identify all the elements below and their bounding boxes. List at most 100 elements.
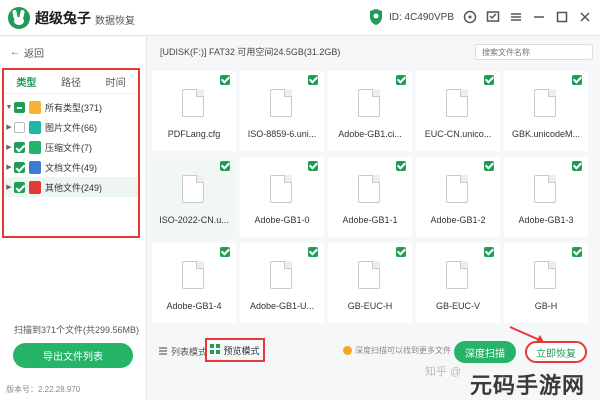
filter-panel: 类型 路径 时间 ▼ 所有类型(371) ▶ 图片文件(66) ▶ 压缩文件(7… <box>2 68 140 238</box>
file-card[interactable]: ISO-2022-CN.u... <box>152 157 236 237</box>
close-icon[interactable] <box>578 10 592 24</box>
file-card[interactable]: Adobe-GB1-3 <box>504 157 588 237</box>
list-mode-label: 列表模式 <box>171 347 208 357</box>
file-card[interactable]: EUC-CN.unico... <box>416 71 500 151</box>
file-card[interactable]: GB-EUC-H <box>328 243 412 323</box>
checkbox[interactable] <box>572 75 582 85</box>
tree-item-images[interactable]: ▶ 图片文件(66) <box>4 117 138 137</box>
sidebar: ← 返回 类型 路径 时间 ▼ 所有类型(371) ▶ 图片文件(66) ▶ 压… <box>0 37 147 400</box>
menu-icon[interactable] <box>509 10 523 24</box>
tree-item-label: 压缩文件(7) <box>45 142 92 153</box>
collapse-arrow-icon[interactable]: ▶ <box>4 183 14 191</box>
checkbox[interactable] <box>14 121 25 133</box>
document-file-icon <box>29 160 41 174</box>
search-input[interactable] <box>475 44 593 60</box>
support-icon[interactable] <box>463 10 477 24</box>
shield-icon <box>368 8 384 26</box>
tree-item-all[interactable]: ▼ 所有类型(371) <box>4 97 138 117</box>
file-icon <box>358 89 380 117</box>
export-list-button[interactable]: 导出文件列表 <box>13 343 133 368</box>
back-button[interactable]: ← 返回 <box>10 45 44 60</box>
main-area: [UDISK(F:)] FAT32 可用空间24.5GB(31.2GB) PDF… <box>148 37 600 400</box>
checkbox[interactable] <box>14 161 25 173</box>
minimize-icon[interactable] <box>532 10 546 24</box>
tree-item-label: 文档文件(49) <box>45 162 98 173</box>
collapse-arrow-icon[interactable]: ▶ <box>4 143 14 151</box>
checkbox[interactable] <box>14 181 25 193</box>
watermark: 知乎 @ <box>425 366 462 378</box>
checkbox[interactable] <box>484 161 494 171</box>
list-icon <box>158 346 168 358</box>
file-card[interactable]: GBK.unicodeM... <box>504 71 588 151</box>
file-card[interactable]: PDFLang.cfg <box>152 71 236 151</box>
file-name: PDFLang.cfg <box>167 129 221 139</box>
info-icon <box>343 346 352 355</box>
file-card[interactable]: Adobe-GB1-U... <box>240 243 324 323</box>
file-card[interactable]: Adobe-GB1-0 <box>240 157 324 237</box>
filter-tabs: 类型 路径 时间 <box>4 70 138 94</box>
file-icon <box>182 261 204 289</box>
drive-path: [UDISK(F:)] FAT32 可用空间24.5GB(31.2GB) <box>160 47 341 57</box>
file-type-tree: ▼ 所有类型(371) ▶ 图片文件(66) ▶ 压缩文件(7) ▶ 文档文件(… <box>4 94 138 197</box>
tree-item-label: 图片文件(66) <box>45 122 98 133</box>
checkbox[interactable] <box>484 75 494 85</box>
file-icon <box>534 175 556 203</box>
file-name: Adobe-GB1-0 <box>254 215 310 225</box>
preview-mode-button[interactable]: 预览模式 <box>205 338 265 362</box>
checkbox[interactable] <box>572 161 582 171</box>
file-icon <box>358 175 380 203</box>
maximize-icon[interactable] <box>555 10 569 24</box>
expand-arrow-icon[interactable]: ▼ <box>4 104 14 111</box>
app-title: 超级兔子 <box>35 11 91 27</box>
checkbox[interactable] <box>308 161 318 171</box>
deep-scan-button[interactable]: 深度扫描 <box>454 341 516 363</box>
file-card[interactable]: Adobe-GB1.ci... <box>328 71 412 151</box>
checkbox[interactable] <box>396 75 406 85</box>
checkbox[interactable] <box>14 101 25 113</box>
checkbox[interactable] <box>220 75 230 85</box>
file-card[interactable]: GB-EUC-V <box>416 243 500 323</box>
file-card[interactable]: ISO-8859-6.uni... <box>240 71 324 151</box>
back-label: 返回 <box>24 49 44 60</box>
grid-icon <box>210 344 221 356</box>
file-card[interactable]: Adobe-GB1-2 <box>416 157 500 237</box>
file-name: Adobe-GB1-4 <box>166 301 222 311</box>
tree-item-label: 所有类型(371) <box>45 102 103 113</box>
app-window: 超级兔子 数据恢复 ID: 4C490VPB ← 返回 类型 路径 时间 ▼ 所… <box>0 0 600 400</box>
brand-watermark: 元码手游网 <box>470 374 586 399</box>
tree-item-documents[interactable]: ▶ 文档文件(49) <box>4 157 138 177</box>
feedback-icon[interactable] <box>486 10 500 24</box>
file-icon <box>446 175 468 203</box>
tree-item-other[interactable]: ▶ 其他文件(249) <box>4 177 138 197</box>
file-name: Adobe-GB1-1 <box>342 215 398 225</box>
file-card[interactable]: Adobe-GB1-1 <box>328 157 412 237</box>
checkbox[interactable] <box>572 247 582 257</box>
recover-now-button[interactable]: 立即恢复 <box>525 341 587 363</box>
file-icon <box>534 89 556 117</box>
file-name: GB-H <box>534 301 558 311</box>
tab-time[interactable]: 时间 <box>106 74 126 89</box>
file-card[interactable]: Adobe-GB1-4 <box>152 243 236 323</box>
title-bar: 超级兔子 数据恢复 ID: 4C490VPB <box>0 0 600 36</box>
file-icon <box>270 175 292 203</box>
checkbox[interactable] <box>220 247 230 257</box>
collapse-arrow-icon[interactable]: ▶ <box>4 123 14 131</box>
checkbox[interactable] <box>14 141 25 153</box>
file-name: ISO-8859-6.uni... <box>247 129 317 139</box>
checkbox[interactable] <box>308 75 318 85</box>
collapse-arrow-icon[interactable]: ▶ <box>4 163 14 171</box>
tab-type[interactable]: 类型 <box>16 74 36 89</box>
file-name: Adobe-GB1.ci... <box>338 129 402 139</box>
checkbox[interactable] <box>220 161 230 171</box>
file-icon <box>446 89 468 117</box>
file-name: Adobe-GB1-3 <box>518 215 574 225</box>
checkbox[interactable] <box>396 161 406 171</box>
file-icon <box>182 175 204 203</box>
file-card[interactable]: GB-H <box>504 243 588 323</box>
tab-path[interactable]: 路径 <box>61 74 81 89</box>
checkbox[interactable] <box>308 247 318 257</box>
tree-item-archives[interactable]: ▶ 压缩文件(7) <box>4 137 138 157</box>
checkbox[interactable] <box>484 247 494 257</box>
list-mode-button[interactable]: 列表模式 <box>158 345 207 358</box>
checkbox[interactable] <box>396 247 406 257</box>
